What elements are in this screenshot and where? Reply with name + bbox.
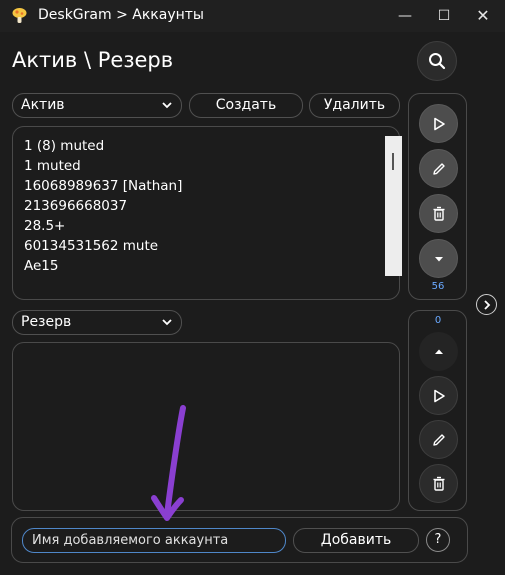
scrollbar-thumb[interactable] [392,153,394,170]
maximize-button[interactable]: ☐ [424,0,464,32]
close-button[interactable]: ✕ [463,0,503,32]
start-reserve-button[interactable] [419,376,458,415]
reserve-dropdown-value: Резерв [21,314,72,330]
arrow-up-icon [434,349,443,354]
app-icon [12,8,27,23]
list-item[interactable]: 213696668037 [24,198,127,214]
active-actions-panel: 56 [408,93,467,300]
add-button[interactable]: Добавить [293,528,419,553]
active-list-dropdown[interactable]: Актив [12,93,182,118]
play-icon [433,389,445,402]
start-active-button[interactable] [419,104,458,143]
help-button[interactable]: ? [426,528,450,552]
pencil-icon [432,162,445,175]
list-item[interactable]: 1 (8) muted [24,138,104,154]
account-name-input[interactable] [22,528,286,553]
title-bar: DeskGram > Аккаунты — ☐ ✕ [0,0,505,32]
reserve-list-dropdown[interactable]: Резерв [12,310,182,335]
delete-button[interactable]: Удалить [309,93,400,118]
chevron-right-icon [483,299,490,310]
expand-button[interactable] [476,294,497,315]
move-up-button[interactable] [419,332,458,371]
page-title: Актив \ Резерв [12,48,174,72]
list-item[interactable]: 1 muted [24,158,81,174]
reserve-actions-panel: 0 [408,310,467,511]
chevron-down-icon [162,102,172,109]
reserve-count: 0 [434,315,442,326]
move-down-button[interactable] [419,239,458,278]
active-dropdown-value: Актив [21,97,65,113]
reserve-accounts-list[interactable] [12,342,400,511]
pencil-icon [432,433,445,446]
list-item[interactable]: Ae15 [24,258,58,274]
active-count: 56 [431,281,445,292]
create-button[interactable]: Создать [189,93,303,118]
active-list-scrollbar[interactable] [385,136,402,276]
play-icon [433,117,445,130]
list-item[interactable]: 16068989637 [Nathan] [24,178,182,194]
edit-reserve-button[interactable] [419,420,458,459]
active-accounts-list[interactable]: 1 (8) muted 1 muted 16068989637 [Nathan]… [12,126,402,300]
arrow-down-icon [434,256,443,261]
trash-icon [433,476,444,491]
search-button[interactable] [417,41,457,81]
add-account-bar: Добавить ? [11,517,468,563]
search-icon [429,53,446,70]
delete-active-button[interactable] [419,194,458,233]
window-title: DeskGram > Аккаунты [38,7,204,23]
list-item[interactable]: 28.5+ [24,218,65,234]
delete-reserve-button[interactable] [419,464,458,503]
chevron-down-icon [162,319,172,326]
minimize-button[interactable]: — [385,0,425,32]
trash-icon [433,206,444,221]
list-item[interactable]: 60134531562 mute [24,238,158,254]
edit-active-button[interactable] [419,149,458,188]
